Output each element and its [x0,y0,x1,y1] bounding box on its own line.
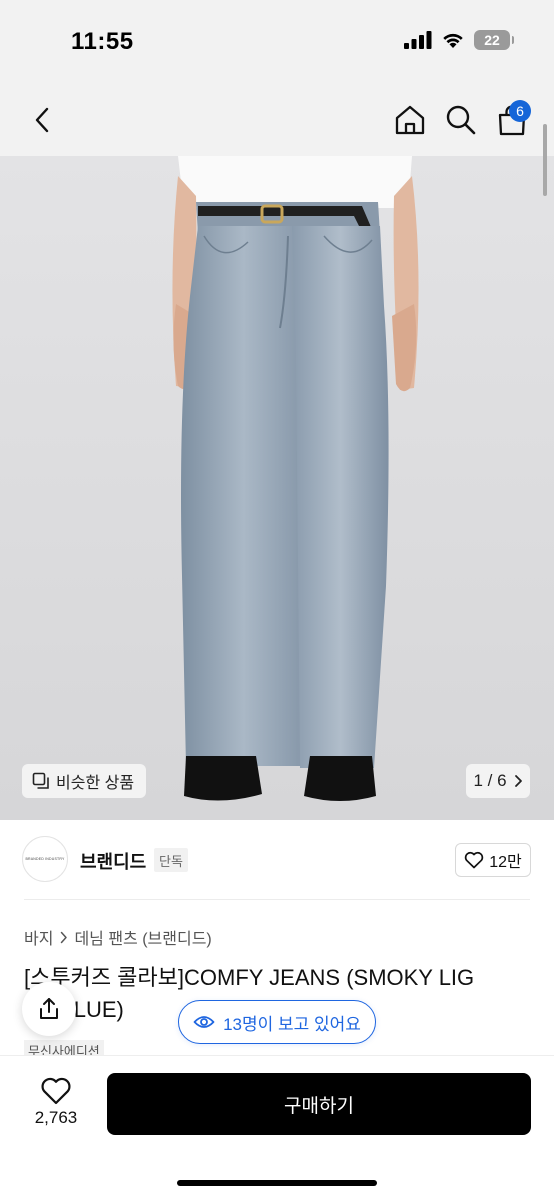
brand-logo[interactable]: BRANDED INDUSTRY [22,836,68,882]
similar-items-icon [32,772,49,789]
breadcrumb-item-pants[interactable]: 바지 [24,925,53,949]
scrollbar-thumb[interactable] [543,124,547,196]
top-nav-bar [0,84,554,156]
viewers-count-label: 13명이 보고 있어요 [223,1014,361,1034]
image-counter-button[interactable]: 1 / 6 [466,764,530,798]
chevron-right-icon [61,931,68,943]
brand-name[interactable]: 브랜디드 [80,848,146,874]
battery-indicator: 22 [474,30,514,50]
share-button[interactable] [22,982,76,1036]
brand-like-button[interactable]: 12만 [455,843,531,877]
cellular-signal-icon [404,31,432,49]
status-icons: 22 [404,30,514,50]
wishlist-button[interactable] [40,1076,72,1106]
breadcrumb: 바지 데님 팬츠 (브랜디드) [24,925,212,949]
back-button[interactable] [24,102,60,138]
chevron-right-icon [514,775,522,787]
section-divider [24,899,530,900]
product-title-line-1: [스투커즈 콜라보]COMFY JEANS (SMOKY LIG [24,965,475,990]
search-button[interactable] [443,102,479,138]
heart-icon [41,1077,71,1105]
jeans-photo [0,156,554,820]
similar-products-button[interactable]: 비슷한 상품 [22,764,147,798]
similar-products-label: 비슷한 상품 [56,775,135,792]
exclusive-badge: 단독 [154,848,188,872]
image-counter-text: 1 / 6 [473,771,507,790]
product-image[interactable] [0,156,554,820]
home-indicator[interactable] [177,1180,377,1186]
brand-like-count: 12만 [489,854,522,871]
brand-logo-text: BRANDED INDUSTRY [25,857,65,861]
wifi-icon [443,33,463,48]
share-icon [40,998,58,1019]
search-icon [446,105,476,135]
wishlist-count: 2,763 [34,1108,78,1127]
breadcrumb-item-denim[interactable]: 데님 팬츠 (브랜디드) [74,925,211,949]
eye-icon [193,1016,215,1028]
chevron-left-icon [35,107,49,133]
status-bar: 11:55 22 [0,0,554,84]
status-time: 11:55 [71,28,134,55]
buy-button[interactable]: 구매하기 [107,1073,531,1135]
heart-icon [465,851,484,869]
viewers-count-pill: 13명이 보고 있어요 [178,1000,376,1044]
home-icon [395,105,425,135]
cart-count-badge: 6 [509,100,531,122]
home-button[interactable] [392,102,428,138]
